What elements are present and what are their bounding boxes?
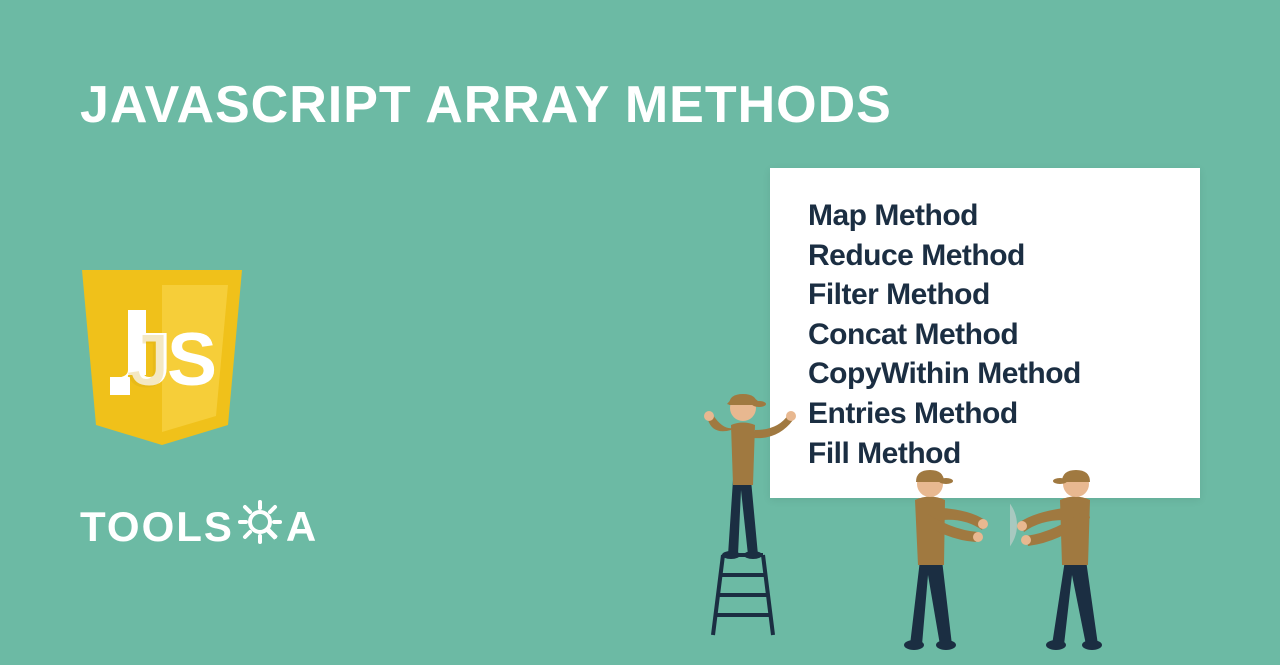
logo-text-tools: TOOLS — [80, 503, 234, 551]
methods-card: Map Method Reduce Method Filter Method C… — [770, 168, 1200, 498]
logo-text-a: A — [286, 503, 318, 551]
method-item: CopyWithin Method — [808, 354, 1162, 394]
toolsqa-logo: TOOLS A — [80, 498, 318, 556]
method-item: Filter Method — [808, 275, 1162, 315]
gear-icon — [236, 498, 284, 556]
js-logo-icon: J S J — [82, 270, 242, 450]
method-item: Reduce Method — [808, 236, 1162, 276]
page-title: JAVASCRIPT ARRAY METHODS — [80, 75, 892, 135]
illustration-person-carry-left — [870, 460, 1000, 650]
svg-text:S: S — [167, 317, 217, 401]
method-item: Map Method — [808, 196, 1162, 236]
illustration-person-ladder — [693, 380, 803, 640]
method-item: Concat Method — [808, 315, 1162, 355]
method-item: Entries Method — [808, 394, 1162, 434]
illustration-person-carry-right — [1010, 460, 1140, 650]
svg-text:J: J — [127, 319, 169, 403]
